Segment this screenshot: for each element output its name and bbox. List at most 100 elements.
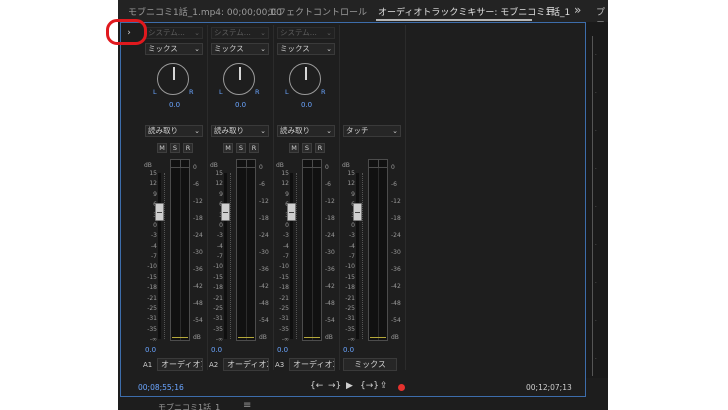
tab-source-monitor[interactable]: モブニコミ1話_1.mp4: 00;00;00;00: [128, 5, 282, 18]
pan-knob[interactable]: [223, 63, 255, 95]
master-track-name: ミックス: [343, 358, 397, 371]
mute-button[interactable]: M: [223, 143, 233, 153]
pan-right-label: R: [189, 88, 194, 96]
volume-value[interactable]: 0.0: [277, 346, 288, 354]
pan-value[interactable]: 0.0: [235, 101, 246, 109]
dropdown-label: 読み取り: [280, 126, 310, 135]
meter-scale-tick: -42: [391, 283, 401, 290]
play-button[interactable]: ▶: [346, 381, 353, 391]
duration-timecode: 00;12;07;13: [526, 383, 572, 392]
dropdown-label: ミックス: [214, 44, 244, 53]
track-input-dropdown[interactable]: システム... ⌄: [211, 27, 269, 39]
pan-knob[interactable]: [157, 63, 189, 95]
mixer-track-a3: システム... ⌄ ミックス ⌄ L R 0.0 読み取り ⌄ M S R dB 15…: [273, 25, 337, 375]
master-volume-value[interactable]: 0.0: [343, 346, 354, 354]
track-name-field[interactable]: オーディオ2: [223, 358, 269, 371]
solo-button[interactable]: S: [170, 143, 180, 153]
volume-fader-track[interactable]: [158, 173, 161, 339]
pan-left-label: L: [285, 88, 289, 96]
record-enable-button[interactable]: R: [315, 143, 325, 153]
fader-scale-tick: -18: [345, 284, 355, 292]
tab-overflow-icon[interactable]: »: [574, 3, 581, 17]
ruler-mark: ·: [595, 52, 597, 58]
show-effects-toggle-button[interactable]: ›: [123, 27, 135, 39]
fader-dots: [230, 173, 232, 339]
fader-scale-tick: -3: [217, 232, 223, 240]
record-enable-button[interactable]: R: [183, 143, 193, 153]
meter-scale-tick: 0: [259, 164, 263, 171]
mute-button[interactable]: M: [157, 143, 167, 153]
fader-scale: 15129630-3-4-7-10-15-18-21-25-31-35-∞: [207, 171, 223, 343]
panel-menu-icon[interactable]: ≡: [546, 3, 555, 16]
track-input-dropdown[interactable]: システム... ⌄: [145, 27, 203, 39]
volume-fader-track[interactable]: [290, 173, 293, 339]
record-button[interactable]: [398, 384, 405, 391]
volume-fader-handle[interactable]: [287, 203, 296, 221]
chevron-down-icon: ⌄: [326, 127, 332, 135]
master-level-meter: [368, 159, 388, 341]
fader-scale-tick: -21: [213, 294, 223, 302]
automation-mode-dropdown[interactable]: 読み取り ⌄: [211, 125, 269, 137]
meter-scale-tick: 0: [193, 164, 197, 171]
fader-scale-tick: 15: [281, 170, 289, 177]
chevron-down-icon: ⌄: [194, 127, 200, 135]
track-input-dropdown[interactable]: システム... ⌄: [277, 27, 335, 39]
fader-scale-tick: -15: [279, 273, 289, 281]
fader-scale-tick: -18: [213, 284, 223, 292]
volume-fader-track[interactable]: [224, 173, 227, 339]
mute-button[interactable]: M: [289, 143, 299, 153]
meter-scale: 0 -6 -12 -18 -24 -30 -36 -42 -48 -54 dB: [259, 165, 273, 343]
timeline-menu-icon[interactable]: ≡: [243, 400, 251, 410]
go-to-out-button[interactable]: →}: [328, 381, 341, 391]
automation-mode-dropdown[interactable]: 読み取り ⌄: [277, 125, 335, 137]
loop-button[interactable]: {→}: [360, 381, 379, 391]
volume-value[interactable]: 0.0: [211, 346, 222, 354]
export-button[interactable]: ⇪: [380, 381, 388, 391]
track-output-dropdown[interactable]: ミックス ⌄: [277, 43, 335, 55]
tab-effect-controls[interactable]: エフェクトコントロール: [268, 5, 367, 18]
fader-scale-tick: -25: [147, 304, 157, 312]
current-timecode[interactable]: 00;08;55;16: [138, 383, 184, 392]
fader-scale-tick: -21: [279, 294, 289, 302]
track-name-field[interactable]: オーディオ3: [289, 358, 335, 371]
fader-scale-tick: -15: [345, 273, 355, 281]
tab-audio-track-mixer[interactable]: オーディオトラックミキサー: モブニコミ1話_1: [378, 5, 570, 18]
program-monitor-ruler: · · · · · · · · ·: [586, 22, 608, 378]
meter-scale-tick: -30: [391, 249, 401, 256]
master-fader-track[interactable]: [356, 173, 359, 339]
fader-scale-tick: -∞: [347, 336, 355, 343]
track-output-dropdown[interactable]: ミックス ⌄: [211, 43, 269, 55]
pan-knob[interactable]: [289, 63, 321, 95]
dropdown-label: システム...: [148, 28, 185, 37]
go-to-in-button[interactable]: {←: [310, 381, 323, 391]
meter-scale-tick: -36: [391, 266, 401, 273]
fader-scale-tick: -7: [217, 253, 223, 260]
volume-value[interactable]: 0.0: [145, 346, 156, 354]
master-fader-handle[interactable]: [353, 203, 362, 221]
solo-button[interactable]: S: [302, 143, 312, 153]
track-name-field[interactable]: オーディオ1: [157, 358, 203, 371]
meter-scale-tick: -30: [259, 249, 269, 256]
tab-timeline[interactable]: モブニコミ1話_1: [158, 402, 220, 410]
pan-value[interactable]: 0.0: [301, 101, 312, 109]
meter-scale-tick: -30: [193, 249, 203, 256]
fader-scale-tick: 0: [351, 221, 355, 229]
automation-mode-dropdown[interactable]: 読み取り ⌄: [145, 125, 203, 137]
fader-scale-tick: -4: [349, 242, 355, 250]
pan-value[interactable]: 0.0: [169, 101, 180, 109]
volume-fader-handle[interactable]: [221, 203, 230, 221]
dropdown-label: 読み取り: [214, 126, 244, 135]
pan-right-label: R: [321, 88, 326, 96]
volume-fader-handle[interactable]: [155, 203, 164, 221]
ruler-mark: ·: [595, 166, 597, 172]
fader-scale-tick: -7: [151, 253, 157, 260]
solo-button[interactable]: S: [236, 143, 246, 153]
fader-scale-tick: -31: [279, 315, 289, 323]
meter-scale-tick: -12: [193, 198, 203, 205]
master-automation-dropdown[interactable]: タッチ ⌄: [343, 125, 401, 137]
transport-bar: 00;08;55;16 {← →} ▶ {→} ⇪ 00;12;07;13: [118, 378, 608, 396]
meter-scale: 0 -6 -12 -18 -24 -30 -36 -42 -48 -54 dB: [325, 165, 339, 343]
track-output-dropdown[interactable]: ミックス ⌄: [145, 43, 203, 55]
fader-scale: 15129630-3-4-7-10-15-18-21-25-31-35-∞: [273, 170, 289, 343]
record-enable-button[interactable]: R: [249, 143, 259, 153]
